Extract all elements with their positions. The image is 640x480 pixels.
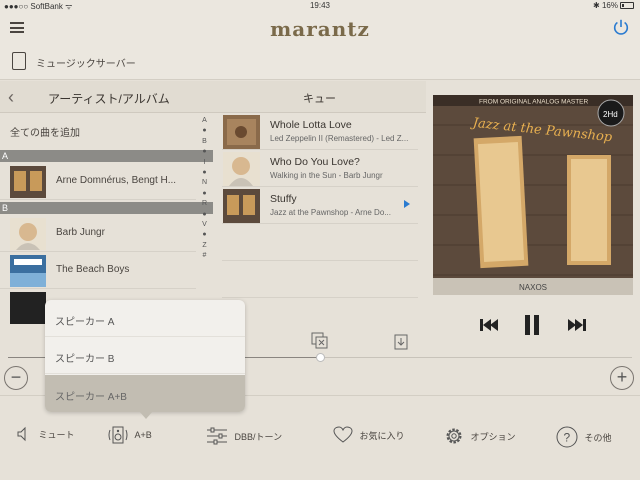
favorite-button[interactable]: お気に入り xyxy=(333,426,405,450)
index-letter[interactable]: I xyxy=(196,158,213,168)
alphabet-index[interactable]: A ● B ● I ● N ● R ● V ● Z # xyxy=(196,116,213,316)
app-header: marantz xyxy=(0,12,640,44)
speaker-option-ab[interactable]: スピーカー A+B xyxy=(45,375,245,412)
progress-handle[interactable] xyxy=(316,353,325,362)
queue-row[interactable]: Who Do You Love? Walking in the Sun - Ba… xyxy=(222,150,418,187)
index-letter[interactable]: B xyxy=(196,137,213,147)
speaker-option-b[interactable]: スピーカー B xyxy=(45,337,245,374)
browse-header: ‹ アーティスト/アルバム xyxy=(0,81,213,113)
speaker-mute-icon xyxy=(17,426,26,442)
label-logo: NAXOS xyxy=(519,283,547,292)
list-item[interactable]: Arne Domnérus, Bengt H... xyxy=(0,163,196,200)
clock: 19:43 xyxy=(309,1,331,10)
other-label: その他 xyxy=(584,432,612,443)
previous-track-icon[interactable] xyxy=(479,317,499,333)
bluetooth-icon: ✱ xyxy=(593,1,600,10)
track-subtitle: Led Zeppelin II (Remastered) - Led Z... xyxy=(270,134,409,143)
queue-row-empty xyxy=(222,261,418,298)
index-letter[interactable]: ● xyxy=(196,126,213,136)
track-title: Whole Lotta Love xyxy=(270,119,352,131)
volume-up-icon[interactable]: + xyxy=(610,366,634,390)
index-letter[interactable]: ● xyxy=(196,168,213,178)
option-label: オプション xyxy=(470,431,516,442)
battery-icon xyxy=(620,2,634,10)
artist-name: The Beach Boys xyxy=(56,264,130,275)
section-header-b: B xyxy=(0,202,213,214)
heart-icon xyxy=(333,426,353,443)
source-bar[interactable]: ミュージックサーバー xyxy=(0,44,640,80)
speaker-label: A+B xyxy=(134,430,152,440)
dbb-tone-label: DBB/トーン xyxy=(234,431,283,442)
popup-pointer xyxy=(139,411,153,419)
back-icon[interactable]: ‹ xyxy=(8,87,14,108)
index-letter[interactable]: A xyxy=(196,116,213,126)
index-letter[interactable]: Z xyxy=(196,241,213,251)
queue-row-now-playing[interactable]: Stuffy Jazz at the Pawnshop - Arne Do... xyxy=(222,187,418,224)
svg-text:?: ? xyxy=(564,431,571,445)
add-all-button[interactable]: 全ての曲を追加 xyxy=(0,113,196,149)
index-letter[interactable]: V xyxy=(196,220,213,230)
track-title: Who Do You Love? xyxy=(270,156,360,168)
queue-title: キュー xyxy=(303,93,336,105)
album-thumbnail xyxy=(223,189,260,223)
mute-button[interactable]: ミュート xyxy=(16,426,75,450)
marantz-logo: marantz xyxy=(270,17,370,41)
artist-thumbnail xyxy=(10,218,46,250)
track-subtitle: Jazz at the Pawnshop - Arne Do... xyxy=(270,208,391,217)
help-icon: ? xyxy=(556,426,578,448)
artist-name: Arne Domnérus, Bengt H... xyxy=(56,175,177,186)
artist-thumbnail xyxy=(10,255,46,287)
queue-header: キュー xyxy=(213,81,426,113)
browse-title: アーティスト/アルバム xyxy=(48,92,170,106)
status-bar: ●●●○○ SoftBank ᯤ 19:43 ✱ 16% xyxy=(0,0,640,12)
gear-icon xyxy=(446,428,462,444)
index-letter[interactable]: N xyxy=(196,178,213,188)
section-header-a: A xyxy=(0,150,213,162)
source-label: ミュージックサーバー xyxy=(36,59,136,70)
speaker-popup: スピーカー A スピーカー B スピーカー A+B xyxy=(45,300,245,412)
save-queue-icon[interactable] xyxy=(393,332,409,350)
now-playing-icon xyxy=(404,200,410,208)
index-letter[interactable]: # xyxy=(196,251,213,261)
speaker-select-button[interactable]: A+B xyxy=(108,426,152,450)
track-title: Stuffy xyxy=(270,193,297,205)
queue-row-empty xyxy=(222,224,418,261)
favorite-label: お気に入り xyxy=(359,430,405,441)
dbb-tone-button[interactable]: DBB/トーン xyxy=(206,426,282,450)
track-subtitle: Walking in the Sun - Barb Jungr xyxy=(270,171,383,180)
battery-percent: 16% xyxy=(601,1,618,10)
index-letter[interactable]: ● xyxy=(196,210,213,220)
list-item[interactable]: Barb Jungr xyxy=(0,215,196,252)
mute-label: ミュート xyxy=(38,429,75,440)
index-letter[interactable]: ● xyxy=(196,189,213,199)
artist-thumbnail xyxy=(10,292,46,324)
queue-row[interactable]: Whole Lotta Love Led Zeppelin II (Remast… xyxy=(222,113,418,150)
album-thumbnail xyxy=(223,152,260,186)
album-thumbnail xyxy=(223,115,260,149)
transport-controls xyxy=(433,300,633,350)
index-letter[interactable]: R xyxy=(196,199,213,209)
speaker-option-a[interactable]: スピーカー A xyxy=(45,300,245,337)
music-server-icon xyxy=(12,52,26,70)
index-letter[interactable]: ● xyxy=(196,147,213,157)
hd-badge: 2Hd xyxy=(603,110,618,119)
equalizer-icon xyxy=(207,427,227,445)
index-letter[interactable]: ● xyxy=(196,230,213,240)
next-track-icon[interactable] xyxy=(567,317,587,333)
volume-down-icon[interactable]: − xyxy=(4,366,28,390)
pause-icon[interactable] xyxy=(523,314,541,336)
other-button[interactable]: ? その他 xyxy=(556,426,612,450)
album-thumbnail xyxy=(10,166,46,198)
clear-queue-icon[interactable] xyxy=(311,332,329,350)
list-item[interactable]: The Beach Boys xyxy=(0,252,196,289)
option-button[interactable]: オプション xyxy=(444,426,516,450)
artist-name: Barb Jungr xyxy=(56,227,105,238)
album-banner: FROM ORIGINAL ANALOG MASTER xyxy=(479,99,588,106)
speaker-icon xyxy=(108,426,128,444)
album-art: FROM ORIGINAL ANALOG MASTER Jazz at the … xyxy=(433,95,633,295)
power-icon[interactable] xyxy=(612,18,630,36)
